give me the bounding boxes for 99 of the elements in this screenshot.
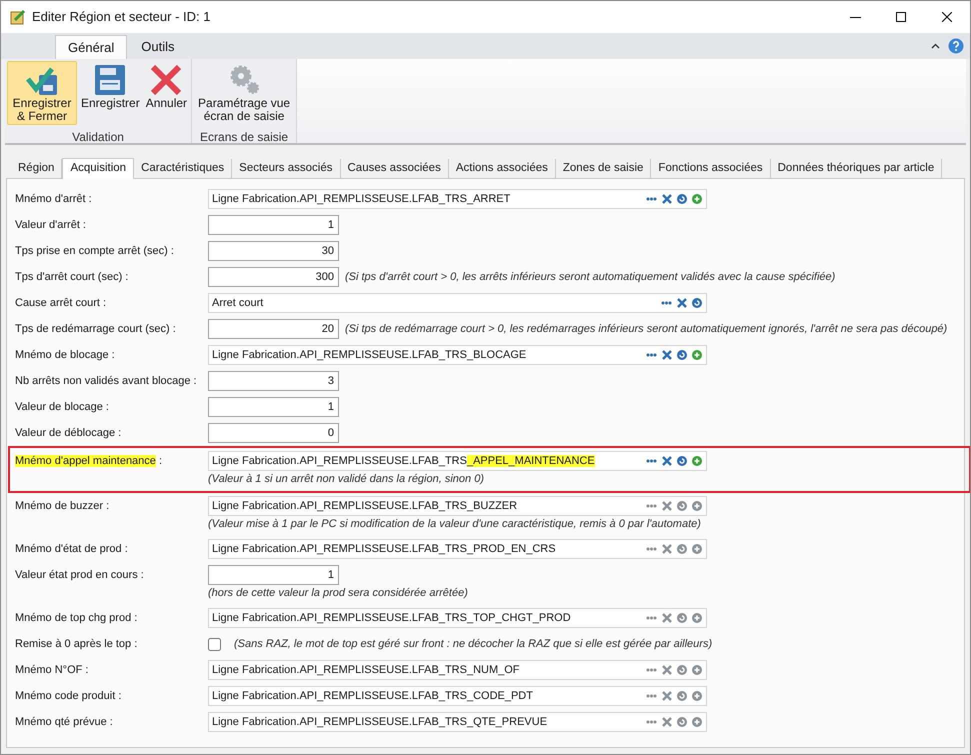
field-label: Remise à 0 après le top :	[15, 636, 138, 652]
ribbon-button[interactable]: Enregistrer	[79, 61, 142, 125]
hint-text: (Valeur à 1 si un arrêt non validé dans la région, sinon 0)	[208, 473, 484, 485]
refresh-icon[interactable]	[677, 350, 687, 360]
ellipsis-icon[interactable]	[646, 694, 657, 698]
group-title: Ecrans de saisie	[200, 129, 288, 146]
hint-text: (hors de cette valeur la prod sera considérée arrêtée)	[208, 587, 468, 599]
add-icon[interactable]	[692, 613, 702, 623]
window-title: Editer Région et secteur - ID: 1	[32, 8, 210, 26]
field-label: Mnémo N°OF :	[15, 662, 88, 678]
field-label: Tps de redémarrage court (sec) :	[15, 322, 176, 337]
ribbon-button[interactable]: Enregistrer & Fermer	[7, 61, 77, 125]
ribbon-tab[interactable]: Outils	[127, 35, 188, 59]
field-label: Nb arrêts non validés avant blocage :	[15, 374, 197, 389]
mnemo-field[interactable]: Arret court	[208, 293, 707, 313]
maximize-icon	[896, 12, 906, 22]
field-label: Valeur d'arrêt :	[15, 218, 86, 233]
field-label: Valeur de déblocage :	[15, 426, 122, 441]
refresh-icon[interactable]	[677, 194, 687, 204]
add-icon[interactable]	[692, 544, 702, 554]
collapse-icon[interactable]	[931, 43, 940, 49]
mnemo-field[interactable]: Ligne Fabrication.API_REMPLISSEUSE.LFAB_TRS_BUZZER	[208, 496, 707, 516]
help-icon[interactable]	[948, 38, 964, 54]
field-label: Mnémo de blocage :	[15, 348, 115, 363]
refresh-icon[interactable]	[677, 717, 687, 727]
field-label: Mnémo de top chg prod :	[15, 610, 138, 626]
number-field[interactable]: 3	[208, 371, 339, 391]
mnemo-field[interactable]: Ligne Fabrication.API_REMPLISSEUSE.LFAB_TRS_PROD_EN_CRS	[208, 539, 707, 559]
ellipsis-icon[interactable]	[646, 197, 657, 201]
number-field[interactable]: 1	[208, 565, 339, 585]
refresh-icon[interactable]	[677, 613, 687, 623]
close-icon	[942, 12, 952, 22]
clear-icon[interactable]	[662, 613, 672, 623]
ribbon-button[interactable]: Paramétrage vue écran de saisie	[194, 61, 294, 125]
mnemo-field[interactable]: Ligne Fabrication.API_REMPLISSEUSE.LFAB_TRS_BLOCAGE	[208, 345, 707, 365]
ellipsis-icon[interactable]	[661, 301, 672, 305]
hint-text: (Si tps de redémarrage court > 0, les redémarrages inférieurs seront automatiquement ignorés, l'arrêt ne sera pas découpé)	[345, 322, 948, 335]
checkbox[interactable]	[208, 638, 221, 650]
group-title: Validation	[72, 129, 124, 146]
mnemo-field[interactable]: Ligne Fabrication.API_REMPLISSEUSE.LFAB_TRS_TOP_CHGT_PROD	[208, 608, 707, 628]
field-label: Valeur de blocage :	[15, 400, 109, 415]
number-field[interactable]: 1	[208, 397, 339, 417]
field-label: Mnémo d'appel maintenance :	[15, 454, 162, 469]
refresh-icon[interactable]	[677, 691, 687, 701]
add-icon[interactable]	[692, 665, 702, 675]
add-icon[interactable]	[692, 691, 702, 701]
number-field[interactable]: 30	[208, 241, 339, 261]
clear-icon[interactable]	[662, 665, 672, 675]
ribbon-button[interactable]: Annuler	[144, 61, 190, 125]
field-label: Mnémo de buzzer :	[15, 498, 110, 514]
pencil-notepad-icon	[10, 9, 26, 25]
ellipsis-icon[interactable]	[646, 353, 657, 357]
ellipsis-icon[interactable]	[646, 668, 657, 672]
mnemo-field[interactable]: Ligne Fabrication.API_REMPLISSEUSE.LFAB_TRS_QTE_PREVUE	[208, 712, 707, 732]
ellipsis-icon[interactable]	[646, 459, 657, 463]
clear-icon[interactable]	[662, 350, 672, 360]
add-icon[interactable]	[692, 501, 702, 511]
clear-icon[interactable]	[662, 501, 672, 511]
refresh-icon[interactable]	[677, 544, 687, 554]
clear-icon[interactable]	[662, 691, 672, 701]
add-icon[interactable]	[692, 350, 702, 360]
ellipsis-icon[interactable]	[646, 616, 657, 620]
tab[interactable]: Acquisition	[62, 158, 134, 179]
field-label: Mnémo code produit :	[15, 688, 122, 704]
field-label: Mnémo d'arrêt :	[15, 192, 92, 207]
mnemo-field[interactable]: Ligne Fabrication.API_REMPLISSEUSE.LFAB_TRS_ARRET	[208, 189, 707, 209]
number-field[interactable]: 20	[208, 319, 339, 339]
field-label: Cause arrêt court :	[15, 296, 106, 311]
ribbon-tab[interactable]: Général	[55, 35, 128, 59]
hint-text: (Si tps d'arrêt court > 0, les arrêts inférieurs seront automatiquement validés avec la cause spécifiée)	[345, 270, 836, 283]
mnemo-field[interactable]: Ligne Fabrication.API_REMPLISSEUSE.LFAB_TRS_NUM_OF	[208, 660, 707, 680]
clear-icon[interactable]	[662, 194, 672, 204]
clear-icon[interactable]	[662, 717, 672, 727]
ellipsis-icon[interactable]	[646, 720, 657, 724]
refresh-icon[interactable]	[677, 665, 687, 675]
add-icon[interactable]	[692, 717, 702, 727]
clear-icon[interactable]	[677, 298, 687, 308]
hint-text: (Valeur mise à 1 par le PC si modification de la valeur d'une caractéristique, remis à 0 par l'automate)	[208, 518, 701, 530]
close-icon	[149, 63, 184, 97]
ellipsis-icon[interactable]	[646, 504, 657, 508]
field-label: Tps prise en compte arrêt (sec) :	[15, 244, 174, 259]
ellipsis-icon[interactable]	[646, 547, 657, 551]
refresh-icon[interactable]	[692, 298, 702, 308]
field-label: Valeur état prod en cours :	[15, 568, 144, 583]
minimize-icon	[850, 16, 860, 18]
refresh-icon[interactable]	[677, 456, 687, 466]
hint-text: (Sans RAZ, le mot de top est géré sur front : ne décocher la RAZ que si elle est gérée par ailleurs)	[234, 638, 712, 650]
number-field[interactable]: 1	[208, 215, 339, 235]
clear-icon[interactable]	[662, 544, 672, 554]
field-label: Mnémo d'état de prod :	[15, 542, 128, 557]
add-icon[interactable]	[692, 456, 702, 466]
refresh-icon[interactable]	[677, 501, 687, 511]
number-field[interactable]: 0	[208, 423, 339, 443]
field-label: Tps d'arrêt court (sec) :	[15, 270, 128, 285]
mnemo-field[interactable]: Ligne Fabrication.API_REMPLISSEUSE.LFAB_TRS_CODE_PDT	[208, 686, 707, 706]
add-icon[interactable]	[692, 194, 702, 204]
field-label: Mnémo qté prévue :	[15, 714, 113, 730]
clear-icon[interactable]	[662, 456, 672, 466]
number-field[interactable]: 300	[208, 267, 339, 287]
